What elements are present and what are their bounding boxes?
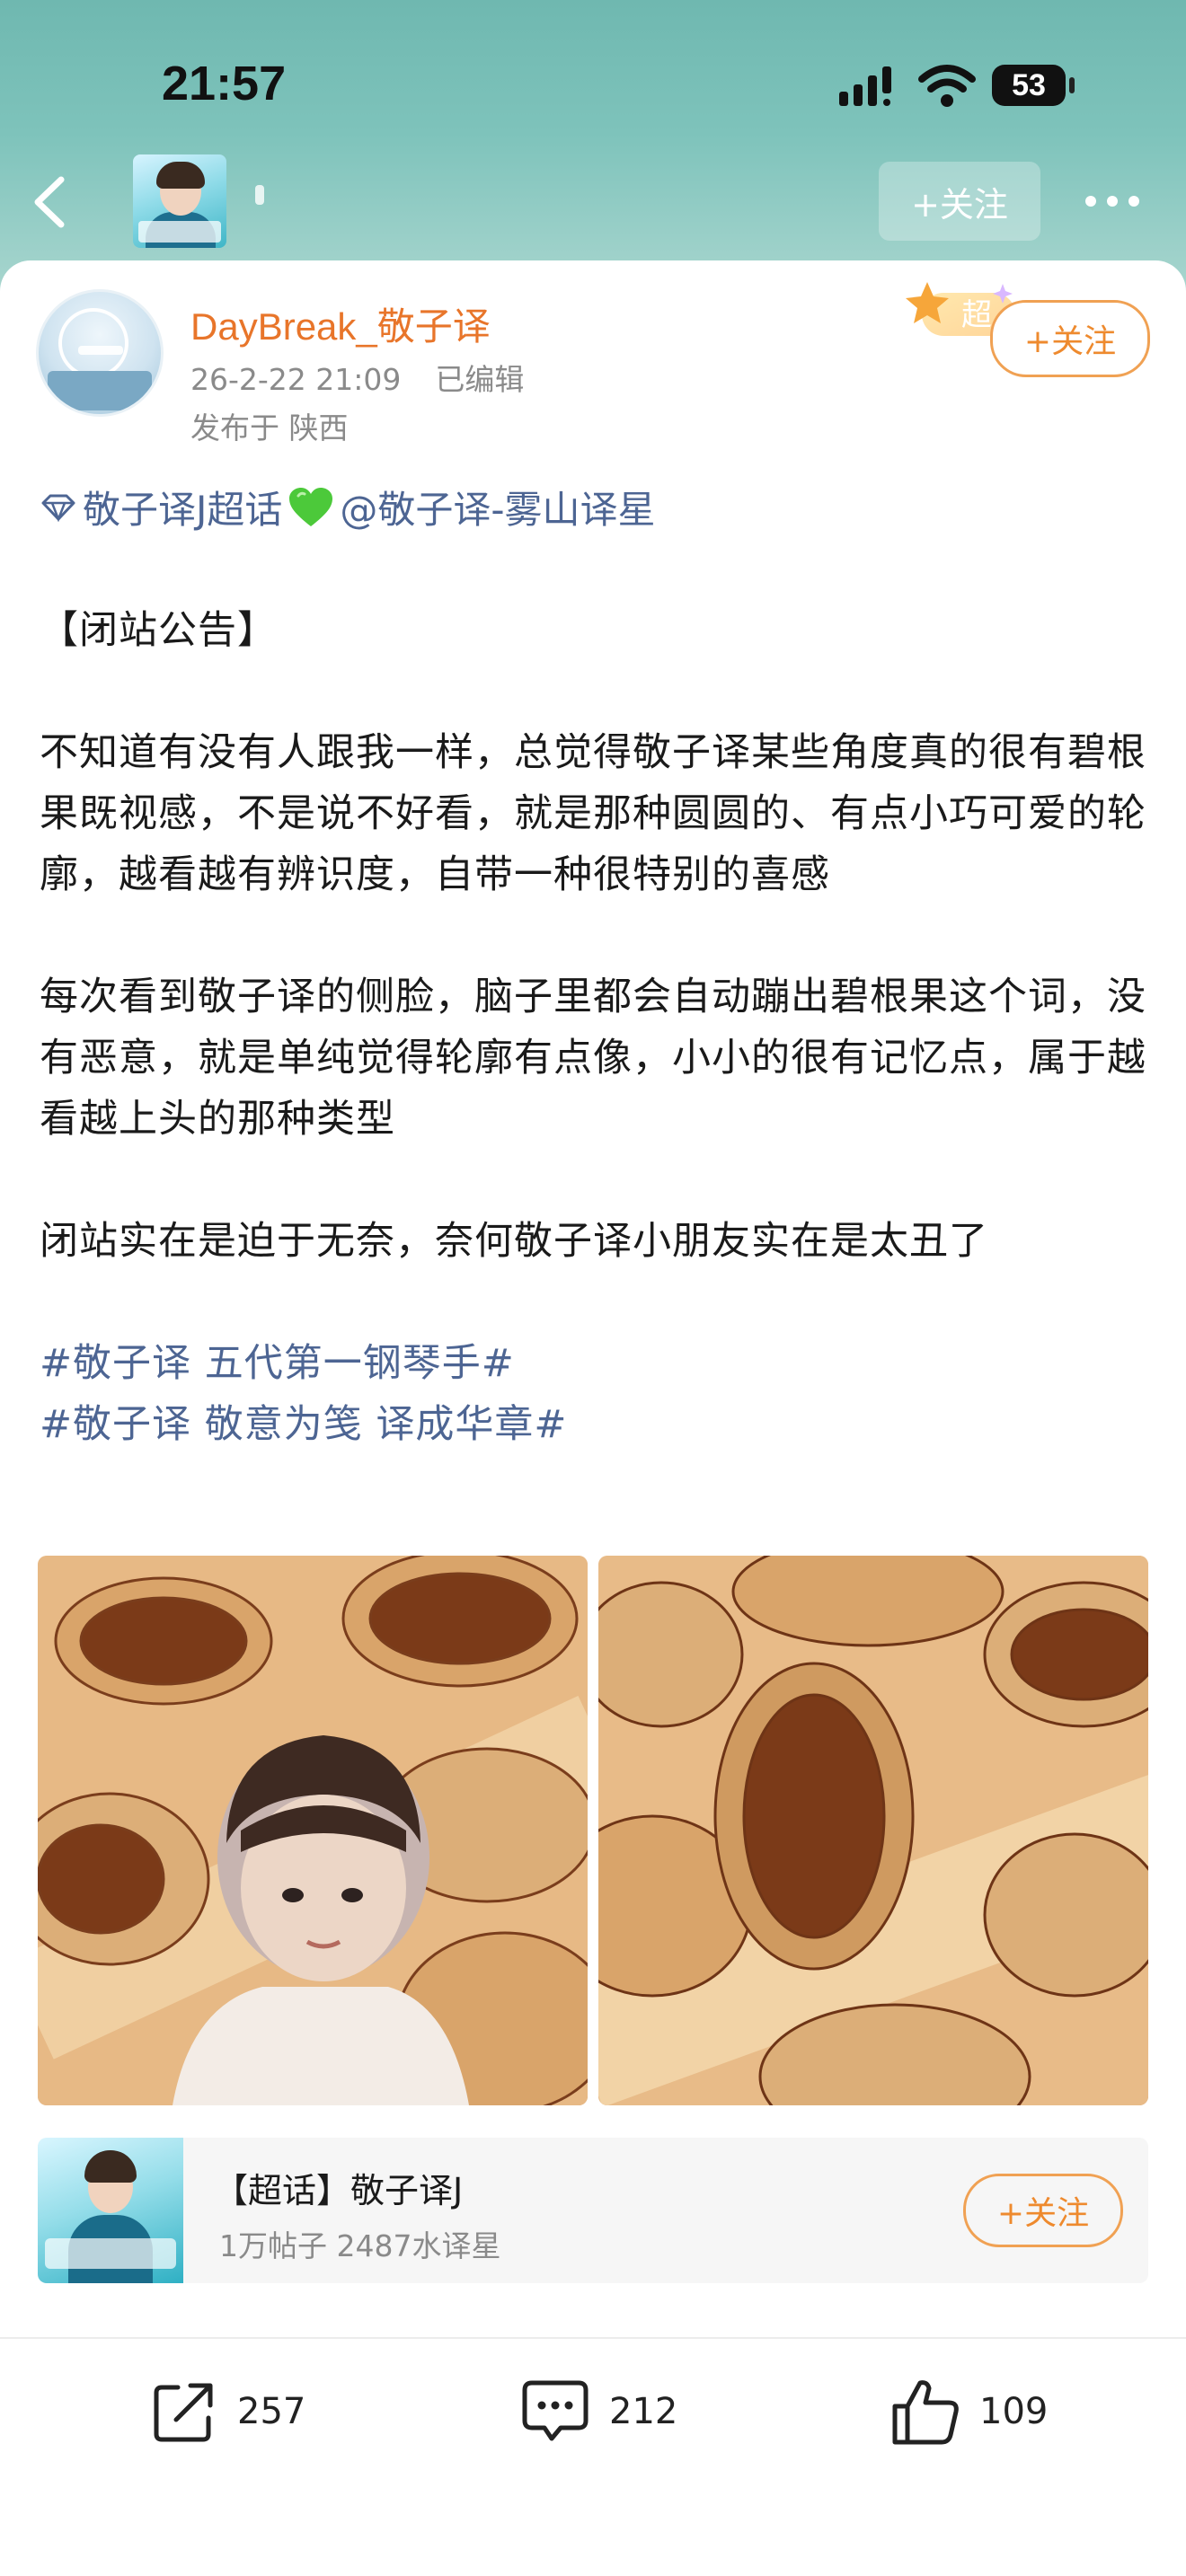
share-button[interactable]: 257 xyxy=(149,2371,305,2452)
super-topic-title: 【超话】敬子译J xyxy=(214,2171,464,2210)
author-name[interactable]: DayBreak_敬子译 xyxy=(190,296,491,351)
author-avatar[interactable] xyxy=(36,289,164,417)
cellular-signal-icon xyxy=(839,66,891,106)
top-header xyxy=(0,0,1186,296)
share-count: 257 xyxy=(237,2391,306,2432)
back-arrow-icon[interactable] xyxy=(23,171,77,234)
action-divider xyxy=(0,2337,1186,2339)
post-image-1[interactable] xyxy=(38,1556,588,2105)
like-count: 109 xyxy=(979,2391,1049,2432)
header-avatar[interactable] xyxy=(133,154,226,248)
post-paragraph: 闭站实在是迫于无奈，奈何敬子译小朋友实在是太丑了 xyxy=(40,1219,988,1264)
header-follow-button[interactable]: +关注 xyxy=(879,162,1040,241)
post-date: 26-2-22 21:09 xyxy=(190,362,402,397)
like-button[interactable]: 109 xyxy=(890,2371,1048,2452)
comment-icon xyxy=(522,2380,589,2441)
hashtag-link[interactable]: #敬子译 五代第一钢琴手# xyxy=(40,1333,1154,1394)
thumbs-up-icon xyxy=(892,2380,959,2445)
comment-count: 212 xyxy=(609,2391,678,2432)
battery-indicator: 53 xyxy=(992,65,1066,106)
post-paragraph: 【闭站公告】 xyxy=(40,608,277,653)
post-paragraph: 每次看到敬子译的侧脸，脑子里都会自动蹦出碧根果这个词，没有恶意，就是单纯觉得轮廓… xyxy=(40,975,1146,1142)
header-name-placeholder xyxy=(255,185,264,205)
status-time: 21:57 xyxy=(162,57,287,110)
battery-nub xyxy=(1069,77,1075,93)
post-meta: 26-2-22 21:09 已编辑 xyxy=(190,356,524,399)
follow-topic-button[interactable]: +关注 xyxy=(963,2174,1123,2247)
more-options-icon[interactable] xyxy=(1085,185,1148,217)
mention-line: 敬子译J超话 @敬子译-雾山译星 xyxy=(40,480,656,534)
hashtag-link[interactable]: #敬子译 敬意为笺 译成华章# xyxy=(40,1394,1154,1455)
super-badge-label: 超 xyxy=(961,297,992,333)
green-heart-icon xyxy=(289,487,333,526)
share-icon xyxy=(154,2383,213,2442)
post-paragraph: 不知道有没有人跟我一样，总觉得敬子译某些角度真的很有碧根果既视感，不是说不好看，… xyxy=(40,730,1146,897)
post-body: 【闭站公告】 不知道有没有人跟我一样，总觉得敬子译某些角度真的很有碧根果既视感，… xyxy=(40,600,1154,1455)
diamond-icon xyxy=(41,494,75,522)
edited-label[interactable]: 已编辑 xyxy=(435,362,524,397)
super-topic-card[interactable]: 【超话】敬子译J 1万帖子 2487水译星 +关注 xyxy=(38,2138,1148,2283)
follow-author-button[interactable]: +关注 xyxy=(990,300,1150,377)
super-topic-stats: 1万帖子 2487水译星 xyxy=(219,2228,501,2263)
post-image-2[interactable] xyxy=(598,1556,1148,2105)
topic-mention-link[interactable]: 敬子译J超话 xyxy=(83,480,282,534)
super-topic-thumbnail xyxy=(38,2138,183,2283)
wifi-icon xyxy=(918,65,976,107)
comment-button[interactable]: 212 xyxy=(519,2371,677,2452)
post-location: 发布于 陕西 xyxy=(190,410,349,446)
user-mention-link[interactable]: @敬子译-雾山译星 xyxy=(340,480,655,534)
